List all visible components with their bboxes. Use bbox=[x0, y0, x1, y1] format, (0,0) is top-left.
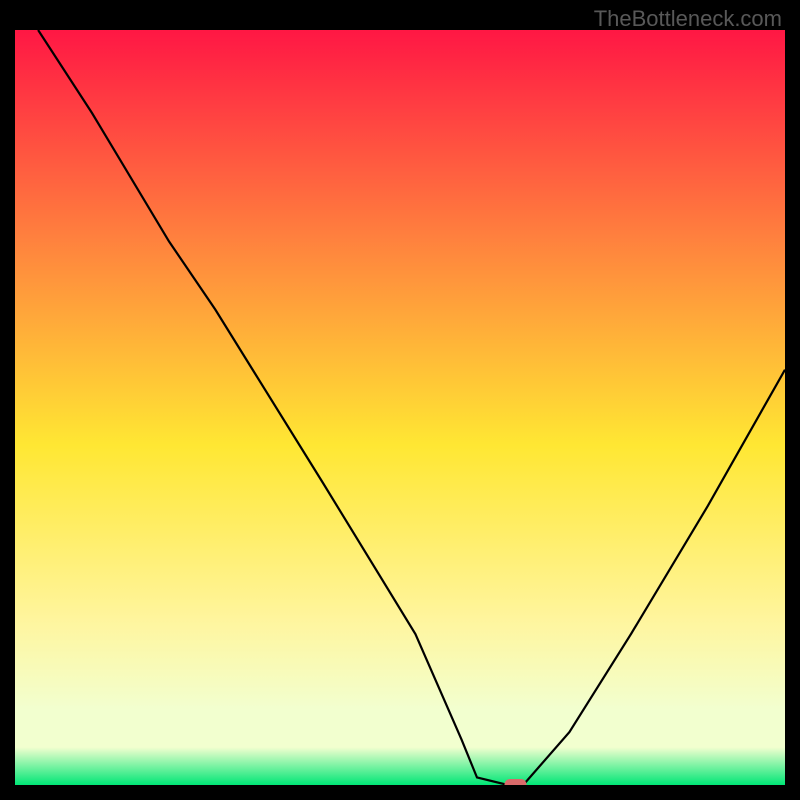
gradient-background bbox=[15, 30, 785, 785]
chart-plot-area bbox=[15, 30, 785, 785]
optimal-point-marker bbox=[505, 779, 527, 785]
watermark-text: TheBottleneck.com bbox=[594, 6, 782, 32]
